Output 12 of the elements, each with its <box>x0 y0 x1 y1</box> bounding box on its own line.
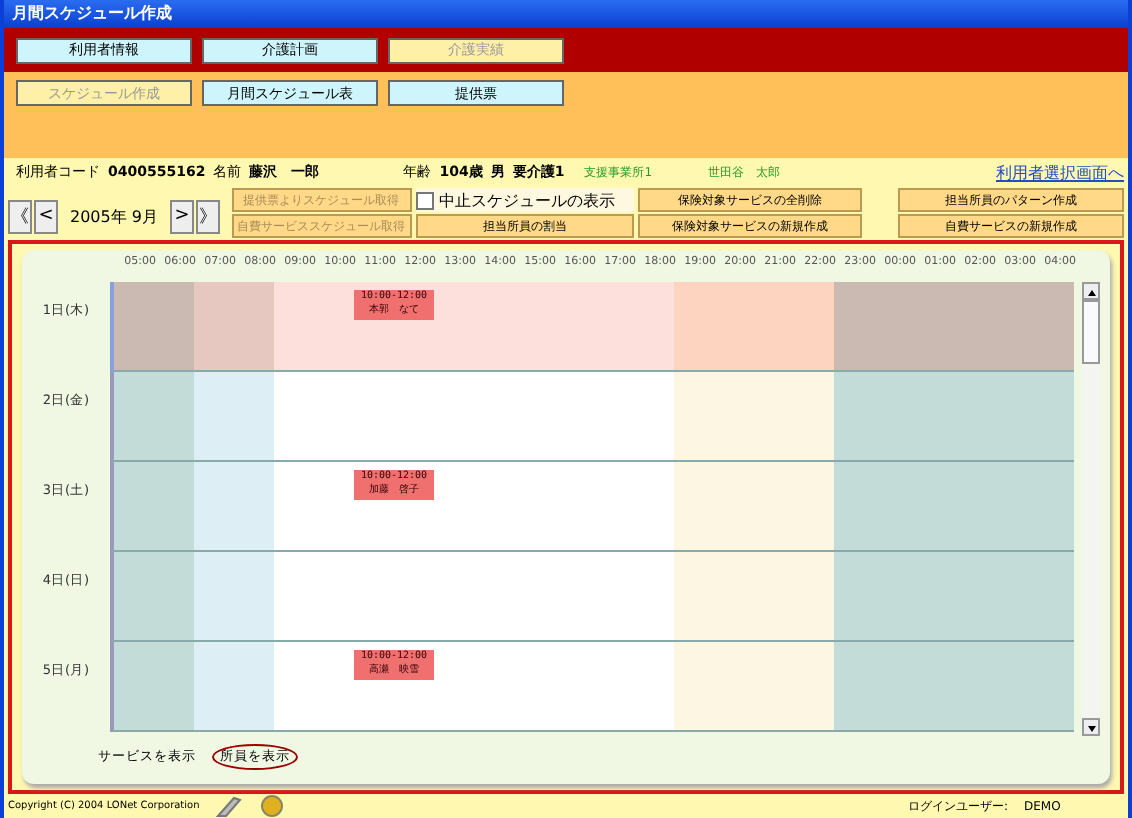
window-title: 月間スケジュール作成 <box>4 0 1128 28</box>
day-row[interactable] <box>110 552 1074 642</box>
client-select-link[interactable]: 利用者選択画面へ <box>996 161 1124 183</box>
prev-button[interactable]: < <box>34 199 58 233</box>
next-button[interactable]: > <box>170 199 194 233</box>
last-button[interactable]: 》 <box>196 199 220 233</box>
scrollbar[interactable] <box>1082 282 1100 736</box>
day-row[interactable] <box>110 372 1074 462</box>
cancel-checkbox[interactable]: 中止スケジュールの表示 <box>415 188 635 212</box>
first-button[interactable]: 《 <box>8 199 32 233</box>
month-label: 2005年 9月 <box>70 205 158 227</box>
coin-icon <box>259 794 284 818</box>
